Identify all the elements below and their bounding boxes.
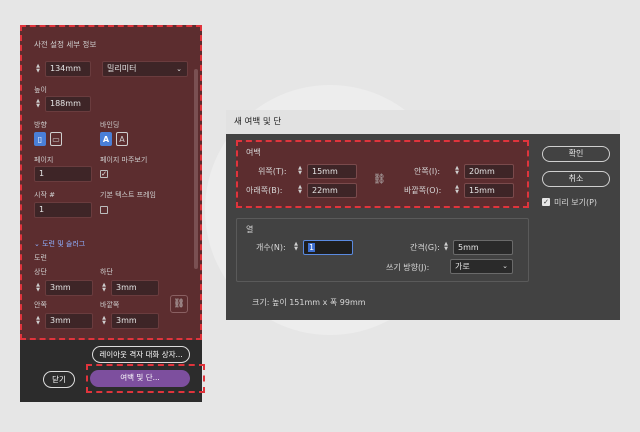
stepper-arrows-icon[interactable]: ▲ ▼	[34, 283, 42, 293]
new-document-panel: 사전 설정 세부 정보 ▲ ▼ 134mm 밀리미터 ⌄ 높이 ▲ ▼ 188mm …	[20, 25, 205, 402]
height-stepper[interactable]: ▲ ▼ 188mm	[34, 95, 91, 113]
margin-top-stepper[interactable]: ▲ ▼ 15mm	[296, 163, 357, 179]
number-label: 개수(N):	[256, 243, 286, 252]
dialog-title: 새 여백 및 단	[226, 110, 620, 134]
bleed-top-input[interactable]: 3mm	[45, 280, 93, 296]
gutter-input[interactable]: 5mm	[453, 239, 513, 255]
start-label: 시작 #	[34, 191, 55, 199]
stepper-arrows-icon[interactable]: ▲ ▼	[453, 166, 461, 176]
size-info: 크기: 높이 151mm x 폭 99mm	[252, 298, 366, 307]
gutter-label: 간격(G):	[410, 243, 440, 252]
binding-label: 바인딩	[100, 121, 120, 129]
bleed-inside-stepper[interactable]: ▲ ▼ 3mm	[34, 312, 93, 330]
column-number-input[interactable]: 1	[303, 239, 353, 255]
preset-details-highlight: 사전 설정 세부 정보 ▲ ▼ 134mm 밀리미터 ⌄ 높이 ▲ ▼ 188mm …	[20, 25, 202, 340]
pages-input[interactable]: 1	[34, 166, 92, 182]
bleed-top-stepper[interactable]: ▲ ▼ 3mm	[34, 279, 93, 297]
panel-scrollbar[interactable]	[194, 69, 198, 269]
primary-frame-label: 기본 텍스트 프레임	[100, 191, 156, 199]
width-stepper[interactable]: ▲ ▼ 134mm	[34, 60, 91, 78]
columns-label: 열	[246, 225, 254, 234]
primary-frame-checkbox[interactable]	[100, 206, 108, 214]
margin-outside-label: 바깥쪽(O):	[404, 186, 442, 195]
margin-bottom-stepper[interactable]: ▲ ▼ 22mm	[296, 182, 357, 198]
bleed-outside-stepper[interactable]: ▲ ▼ 3mm	[100, 312, 159, 330]
margin-inside-stepper[interactable]: ▲ ▼ 20mm	[453, 163, 514, 179]
stepper-arrows-icon[interactable]: ▲ ▼	[34, 64, 42, 74]
section-title: 사전 설정 세부 정보	[34, 40, 97, 49]
stepper-arrows-icon[interactable]: ▲ ▼	[453, 185, 461, 195]
pages-label: 페이지	[34, 156, 54, 164]
layout-grid-button[interactable]: 레이아웃 격자 대화 상자...	[92, 346, 190, 363]
bleed-outside-input[interactable]: 3mm	[111, 313, 159, 329]
stepper-arrows-icon[interactable]: ▲ ▼	[296, 185, 304, 195]
binding-left-icon[interactable]: A	[100, 132, 112, 146]
writing-direction-select[interactable]: 가로 ⌄	[450, 259, 513, 274]
bleed-outside-label: 바깥쪽	[100, 301, 120, 309]
landscape-icon[interactable]: ▭	[50, 132, 62, 146]
height-input[interactable]: 188mm	[45, 96, 91, 112]
bleed-bottom-stepper[interactable]: ▲ ▼ 3mm	[100, 279, 159, 297]
margin-outside-input[interactable]: 15mm	[464, 182, 514, 198]
margin-inside-label: 안쪽(I):	[414, 167, 441, 176]
preview-checkbox[interactable]: ✓	[542, 198, 550, 206]
close-button[interactable]: 닫기	[43, 371, 75, 388]
chevron-down-icon: ⌄	[34, 240, 40, 248]
bleed-slug-toggle[interactable]: ⌄ 도련 및 슬러그	[34, 239, 85, 249]
margin-top-input[interactable]: 15mm	[307, 163, 357, 179]
preview-label: 미리 보기(P)	[554, 198, 598, 207]
cancel-button[interactable]: 취소	[542, 171, 610, 187]
stepper-arrows-icon[interactable]: ▲ ▼	[100, 283, 108, 293]
gutter-stepper[interactable]: ▲ ▼ 5mm	[442, 239, 513, 255]
writing-direction-label: 쓰기 방향(J):	[386, 263, 430, 272]
chain-link-icon[interactable]: ⛓	[373, 174, 386, 185]
chevron-down-icon: ⌄	[176, 65, 182, 73]
bleed-top-label: 상단	[34, 268, 47, 276]
stepper-arrows-icon[interactable]: ▲ ▼	[100, 316, 108, 326]
unit-select[interactable]: 밀리미터 ⌄	[102, 61, 188, 77]
margins-label: 여백	[246, 148, 261, 157]
link-icon[interactable]: ⛓	[170, 295, 188, 313]
column-number-stepper[interactable]: ▲ ▼ 1	[292, 239, 353, 255]
bleed-inside-label: 안쪽	[34, 301, 47, 309]
stepper-arrows-icon[interactable]: ▲ ▼	[442, 242, 450, 252]
margin-bottom-label: 아래쪽(B):	[246, 186, 283, 195]
margins-group-highlight: 여백 위쪽(T): ▲ ▼ 15mm 아래쪽(B): ▲ ▼ 22mm ⛓ 안쪽(I…	[236, 140, 529, 208]
orientation-label: 방향	[34, 121, 47, 129]
start-page-input[interactable]: 1	[34, 202, 92, 218]
stepper-arrows-icon[interactable]: ▲ ▼	[34, 316, 42, 326]
margins-columns-dialog: 새 여백 및 단 여백 위쪽(T): ▲ ▼ 15mm 아래쪽(B): ▲ ▼ 22…	[226, 110, 620, 320]
bleed-bottom-input[interactable]: 3mm	[111, 280, 159, 296]
facing-pages-label: 페이지 마주보기	[100, 156, 148, 164]
height-label: 높이	[34, 86, 47, 94]
margin-bottom-input[interactable]: 22mm	[307, 182, 357, 198]
margins-columns-button[interactable]: 여백 및 단...	[90, 370, 190, 387]
margin-outside-stepper[interactable]: ▲ ▼ 15mm	[453, 182, 514, 198]
facing-pages-checkbox[interactable]: ✓	[100, 170, 108, 178]
ok-button[interactable]: 확인	[542, 146, 610, 162]
width-input[interactable]: 134mm	[45, 61, 91, 77]
stepper-arrows-icon[interactable]: ▲ ▼	[292, 242, 300, 252]
chevron-down-icon: ⌄	[502, 262, 508, 270]
stepper-arrows-icon[interactable]: ▲ ▼	[296, 166, 304, 176]
stepper-arrows-icon[interactable]: ▲ ▼	[34, 99, 42, 109]
bleed-inside-input[interactable]: 3mm	[45, 313, 93, 329]
portrait-icon[interactable]: ▯	[34, 132, 46, 146]
bleed-label: 도련	[34, 254, 47, 262]
bleed-bottom-label: 하단	[100, 268, 113, 276]
margin-inside-input[interactable]: 20mm	[464, 163, 514, 179]
margin-top-label: 위쪽(T):	[258, 167, 287, 176]
binding-right-icon[interactable]: A	[116, 132, 128, 146]
